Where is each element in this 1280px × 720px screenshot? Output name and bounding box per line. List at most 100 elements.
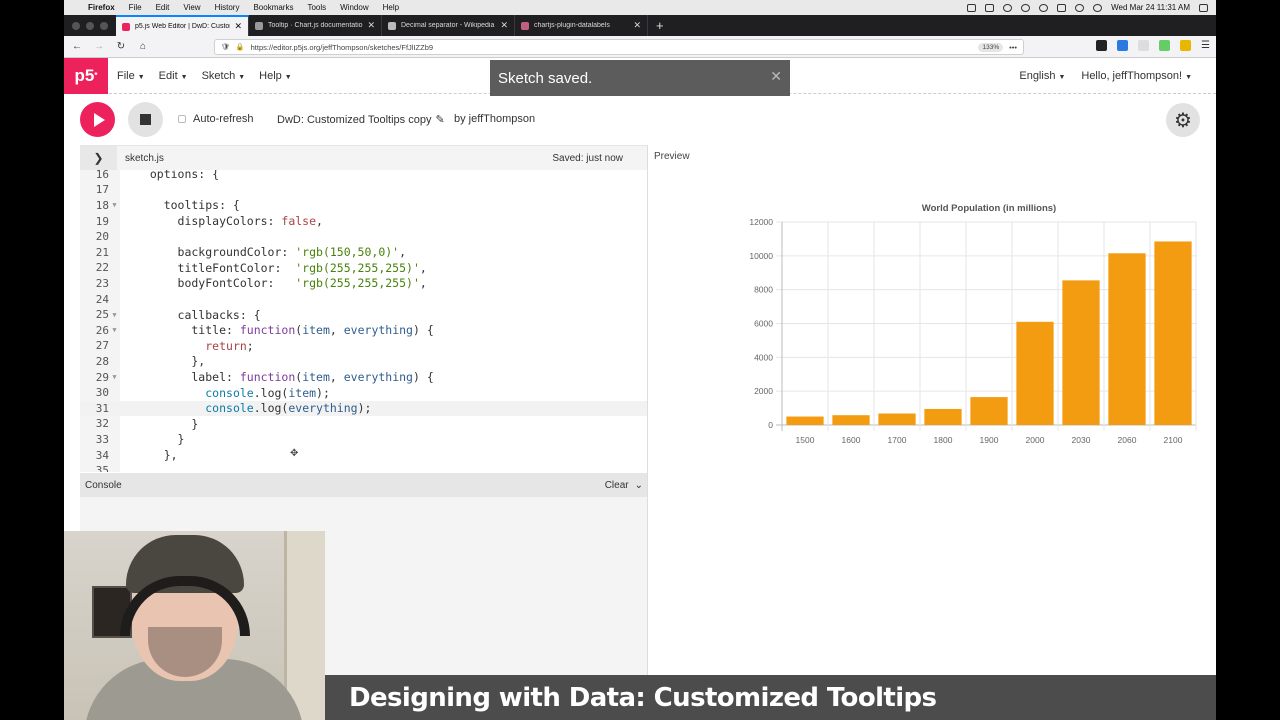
chart-bar[interactable] (832, 415, 870, 425)
search-icon[interactable] (1093, 3, 1103, 12)
chart-bar[interactable] (1062, 280, 1100, 425)
code-text[interactable]: } (120, 417, 198, 431)
menu-firefox[interactable]: Firefox (88, 3, 115, 12)
menu-history[interactable]: History (215, 3, 240, 12)
code-line[interactable]: 31 console.log(everything); (80, 400, 647, 417)
sketch-owner[interactable]: by jeffThompson (454, 113, 535, 125)
extension-icon[interactable] (1159, 40, 1171, 51)
code-line[interactable]: 20 (80, 229, 647, 245)
wifi-icon[interactable] (1075, 3, 1085, 12)
menu-edit[interactable]: Edit ▼ (159, 70, 188, 82)
fold-arrow-icon[interactable]: ▼ (109, 326, 120, 334)
extension-icon[interactable] (1117, 40, 1129, 51)
code-line[interactable]: 19 displayColors: false, (80, 213, 647, 229)
url-text[interactable]: https://editor.p5js.org/jeffThompson/ske… (251, 43, 979, 52)
forward-icon[interactable]: → (90, 41, 108, 52)
code-text[interactable]: displayColors: false, (120, 214, 323, 228)
clear-console-button[interactable]: Clear ⌄ (605, 480, 643, 491)
menu-sketch[interactable]: Sketch ▼ (202, 70, 246, 82)
code-text[interactable]: options: { (120, 170, 219, 181)
camera-icon[interactable] (967, 3, 977, 12)
zoom-level[interactable]: 133% (978, 42, 1004, 52)
menu-window[interactable]: Window (340, 3, 368, 12)
code-line[interactable]: 18 ▼ tooltips: { (80, 198, 647, 214)
menu-file[interactable]: File (129, 3, 142, 12)
reload-icon[interactable]: ↻ (112, 41, 130, 52)
new-tab-button[interactable]: + (656, 15, 664, 36)
code-line[interactable]: 28 }, (80, 354, 647, 370)
close-tab-icon[interactable]: ✕ (500, 20, 508, 31)
fold-arrow-icon[interactable]: ▼ (109, 201, 120, 209)
code-line[interactable]: 29 ▼ label: function(item, everything) { (80, 369, 647, 385)
code-line[interactable]: 21 backgroundColor: 'rgb(150,50,0)', (80, 245, 647, 261)
shield-icon[interactable]: 🛡 (221, 43, 230, 51)
back-icon[interactable]: ← (68, 41, 86, 52)
code-line[interactable]: 30 console.log(item); (80, 385, 647, 401)
home-icon[interactable]: ⌂ (134, 41, 152, 52)
code-text[interactable]: console.log(item); (120, 386, 330, 400)
p5-logo[interactable]: p5 * (64, 57, 108, 94)
control-center-icon[interactable] (1199, 3, 1208, 12)
code-line[interactable]: 27 return; (80, 338, 647, 354)
chart-bar[interactable] (1108, 253, 1146, 425)
code-line[interactable]: 33 } (80, 432, 647, 448)
chart-bar[interactable] (786, 416, 824, 425)
code-text[interactable]: }, (120, 448, 178, 462)
code-text[interactable]: } (120, 432, 185, 446)
language-menu[interactable]: English ▼ (1019, 70, 1065, 82)
close-window-icon[interactable] (72, 21, 80, 30)
code-editor[interactable]: 16 options: {17 18 ▼ tooltips: {19 display… (80, 170, 647, 472)
fold-arrow-icon[interactable]: ▼ (109, 311, 120, 319)
minimize-window-icon[interactable] (86, 21, 94, 30)
chart-bar[interactable] (1016, 321, 1054, 425)
auto-refresh-checkbox[interactable] (178, 115, 186, 123)
code-text[interactable]: label: function(item, everything) { (120, 370, 433, 384)
code-line[interactable]: 24 (80, 291, 647, 307)
play-button[interactable] (80, 102, 115, 137)
user-menu[interactable]: Hello, jeffThompson! ▼ (1081, 70, 1192, 82)
code-line[interactable]: 32 } (80, 416, 647, 432)
url-bar[interactable]: 🛡 🔒 https://editor.p5js.org/jeffThompson… (214, 39, 1024, 55)
code-text[interactable]: return; (120, 339, 253, 353)
screen-icon[interactable] (985, 3, 995, 12)
code-text[interactable]: }, (120, 354, 205, 368)
pane-divider[interactable] (647, 145, 648, 675)
code-line[interactable]: 26 ▼ title: function(item, everything) { (80, 323, 647, 339)
code-text[interactable]: title: function(item, everything) { (120, 323, 433, 337)
code-line[interactable]: 17 (80, 182, 647, 198)
browser-tab[interactable]: p5.js Web Editor | DwD: Custom ✕ (116, 15, 249, 36)
code-text[interactable]: backgroundColor: 'rgb(150,50,0)', (120, 245, 407, 259)
auto-refresh-toggle[interactable]: Auto-refresh (178, 113, 254, 125)
menu-bookmarks[interactable]: Bookmarks (253, 3, 293, 12)
extension-icon[interactable] (1180, 40, 1192, 51)
lock-icon[interactable]: 🔒 (236, 43, 245, 51)
chart-bar[interactable] (970, 397, 1008, 425)
browser-tab[interactable]: Tooltip · Chart.js documentatio ✕ (249, 15, 382, 36)
menu-view[interactable]: View (183, 3, 200, 12)
code-line[interactable]: 16 options: { (80, 170, 647, 182)
code-line[interactable]: 22 titleFontColor: 'rgb(255,255,255)', (80, 260, 647, 276)
close-tab-icon[interactable]: ✕ (367, 20, 375, 31)
hamburger-menu-icon[interactable]: ☰ (1201, 40, 1210, 51)
population-chart[interactable]: World Population (in millions) 0 2000 4000 6… (664, 195, 1204, 450)
sidebar-toggle-button[interactable]: ❯ (80, 145, 117, 171)
code-line[interactable]: 34 }, (80, 447, 647, 463)
menu-edit[interactable]: Edit (156, 3, 170, 12)
close-icon[interactable]: ✕ (770, 68, 782, 85)
zoom-window-icon[interactable] (100, 21, 108, 30)
code-line[interactable]: 25 ▼ callbacks: { (80, 307, 647, 323)
code-line[interactable]: 35 (80, 463, 647, 472)
close-tab-icon[interactable]: ✕ (633, 20, 641, 31)
code-text[interactable]: tooltips: { (120, 198, 240, 212)
sync-icon[interactable] (1003, 3, 1013, 12)
menu-tools[interactable]: Tools (307, 3, 326, 12)
code-line[interactable]: 23 bodyFontColor: 'rgb(255,255,255)', (80, 276, 647, 292)
menu-file[interactable]: File ▼ (117, 70, 145, 82)
settings-button[interactable]: ⚙ (1166, 103, 1200, 137)
code-text[interactable]: titleFontColor: 'rgb(255,255,255)', (120, 261, 427, 275)
chart-bar[interactable] (878, 413, 916, 425)
extension-icon[interactable] (1096, 40, 1108, 51)
extension-icon[interactable] (1138, 40, 1150, 51)
chart-bar[interactable] (1154, 241, 1192, 425)
code-text[interactable]: bodyFontColor: 'rgb(255,255,255)', (120, 276, 427, 290)
